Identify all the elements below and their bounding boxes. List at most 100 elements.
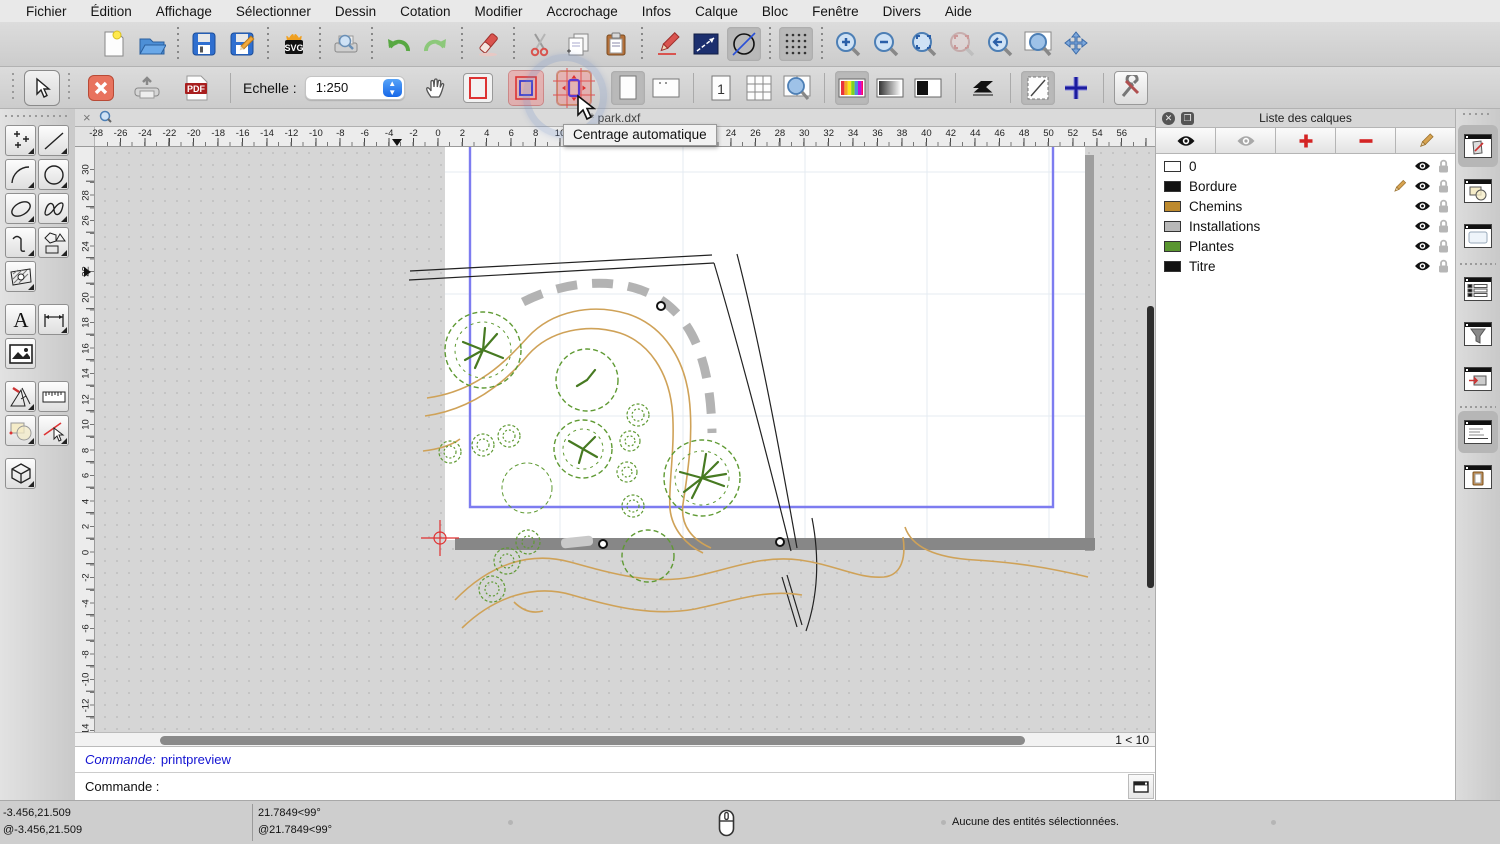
command-options-icon[interactable] bbox=[1458, 358, 1498, 400]
export-pdf-button[interactable]: PDF bbox=[180, 71, 214, 105]
svg-export-button[interactable]: SVG bbox=[277, 27, 311, 61]
line-settings-button[interactable] bbox=[689, 27, 723, 61]
single-page-button[interactable]: 1 bbox=[704, 71, 738, 105]
selection-filter-icon[interactable] bbox=[1458, 313, 1498, 355]
layer-row-bordure[interactable]: Bordure bbox=[1156, 176, 1455, 196]
library-browser-icon[interactable] bbox=[1458, 215, 1498, 257]
menu-item-bloc[interactable]: Bloc bbox=[750, 4, 800, 19]
portrait-button[interactable] bbox=[611, 71, 645, 105]
horizontal-scrollbar[interactable]: 1 < 10 bbox=[75, 732, 1155, 747]
property-editor-icon[interactable] bbox=[1458, 125, 1498, 167]
stepper-icon[interactable]: ▲▼ bbox=[383, 79, 402, 97]
layer-row-plantes[interactable]: Plantes bbox=[1156, 236, 1455, 256]
circle-toggle-button[interactable] bbox=[727, 27, 761, 61]
menu-item-divers[interactable]: Divers bbox=[871, 4, 933, 19]
menu-item-sélectionner[interactable]: Sélectionner bbox=[224, 4, 323, 19]
menu-item-calque[interactable]: Calque bbox=[683, 4, 750, 19]
zoom-in-button[interactable] bbox=[831, 27, 865, 61]
shapes-tool[interactable] bbox=[38, 227, 69, 258]
drawing-canvas[interactable]: 302826242220181614121086420-2-4-6-8-10-1… bbox=[75, 147, 1155, 732]
landscape-button[interactable] bbox=[649, 71, 683, 105]
visibility-eye-icon[interactable] bbox=[1414, 200, 1431, 212]
modify-tool[interactable] bbox=[5, 415, 36, 446]
pencil-draw-button[interactable] bbox=[651, 27, 685, 61]
color-mode-button[interactable] bbox=[835, 71, 869, 105]
lock-icon[interactable] bbox=[1438, 199, 1449, 213]
zoom-previous-button[interactable] bbox=[983, 27, 1017, 61]
measure-tool[interactable] bbox=[38, 381, 69, 412]
menu-item-fichier[interactable]: Fichier bbox=[14, 4, 79, 19]
clipboard-panel-icon[interactable] bbox=[1458, 456, 1498, 498]
visibility-eye-icon[interactable] bbox=[1414, 160, 1431, 172]
zoom-page-button[interactable] bbox=[780, 71, 814, 105]
paper-fit-button[interactable] bbox=[509, 71, 543, 105]
layer-row-chemins[interactable]: Chemins bbox=[1156, 196, 1455, 216]
pan-button[interactable] bbox=[1059, 27, 1093, 61]
close-preview-button[interactable] bbox=[88, 75, 114, 101]
grid-toggle-button[interactable] bbox=[779, 27, 813, 61]
eraser-button[interactable] bbox=[471, 27, 505, 61]
lock-icon[interactable] bbox=[1438, 179, 1449, 193]
sheet-settings-button[interactable] bbox=[1021, 71, 1055, 105]
visibility-eye-icon[interactable] bbox=[1414, 220, 1431, 232]
arc-tool[interactable] bbox=[5, 159, 36, 190]
open-file-button[interactable] bbox=[135, 27, 169, 61]
select-entities-tool[interactable] bbox=[38, 415, 69, 446]
menu-item-cotation[interactable]: Cotation bbox=[388, 4, 462, 19]
print-button[interactable] bbox=[130, 71, 164, 105]
select-arrow-button[interactable] bbox=[24, 70, 60, 106]
paper-border-button[interactable] bbox=[463, 73, 493, 103]
layer-row-installations[interactable]: Installations bbox=[1156, 216, 1455, 236]
layer-row-titre[interactable]: Titre bbox=[1156, 256, 1455, 276]
lock-icon[interactable] bbox=[1438, 159, 1449, 173]
new-file-button[interactable] bbox=[97, 27, 131, 61]
remove-layer-button[interactable] bbox=[1336, 128, 1396, 153]
panel-close-icon[interactable]: ✕ bbox=[1162, 112, 1175, 125]
grayscale-mode-button[interactable] bbox=[873, 71, 907, 105]
zoom-auto-button[interactable] bbox=[907, 27, 941, 61]
command-input[interactable] bbox=[165, 776, 1128, 797]
lock-icon[interactable] bbox=[1438, 259, 1449, 273]
command-line-icon[interactable] bbox=[1458, 411, 1498, 453]
menu-item-infos[interactable]: Infos bbox=[630, 4, 683, 19]
settings-button[interactable] bbox=[1114, 71, 1148, 105]
auto-center-button[interactable] bbox=[557, 71, 591, 105]
polyline-tool[interactable] bbox=[5, 227, 36, 258]
stack-button[interactable] bbox=[966, 71, 1000, 105]
points-tool[interactable] bbox=[5, 125, 36, 156]
layer-list-icon[interactable] bbox=[1458, 268, 1498, 310]
zoom-out-button[interactable] bbox=[869, 27, 903, 61]
menu-item-édition[interactable]: Édition bbox=[79, 4, 144, 19]
undo-button[interactable] bbox=[381, 27, 415, 61]
redo-button[interactable] bbox=[419, 27, 453, 61]
menu-item-modifier[interactable]: Modifier bbox=[462, 4, 534, 19]
save-as-button[interactable] bbox=[225, 27, 259, 61]
paste-button[interactable] bbox=[599, 27, 633, 61]
cut-button[interactable] bbox=[523, 27, 557, 61]
visibility-eye-icon[interactable] bbox=[1414, 180, 1431, 192]
hatch-tool[interactable] bbox=[5, 261, 36, 292]
dimension-tool[interactable] bbox=[38, 304, 69, 335]
visibility-eye-icon[interactable] bbox=[1414, 260, 1431, 272]
zoom-window-button[interactable] bbox=[1021, 27, 1055, 61]
multi-page-button[interactable] bbox=[742, 71, 776, 105]
scale-select[interactable]: 1:250 ▲▼ bbox=[305, 76, 405, 100]
print-preview-button[interactable] bbox=[329, 27, 363, 61]
solid-tool[interactable] bbox=[5, 458, 36, 489]
hide-all-layers-button[interactable] bbox=[1216, 128, 1276, 153]
menu-item-dessin[interactable]: Dessin bbox=[323, 4, 388, 19]
layer-row-0[interactable]: 0 bbox=[1156, 156, 1455, 176]
spline-tool[interactable] bbox=[38, 193, 69, 224]
menu-item-aide[interactable]: Aide bbox=[933, 4, 984, 19]
drafting-tools[interactable] bbox=[5, 381, 36, 412]
text-tool[interactable]: A bbox=[5, 304, 36, 335]
line-tool[interactable] bbox=[38, 125, 69, 156]
ellipse-tool[interactable] bbox=[5, 193, 36, 224]
lock-icon[interactable] bbox=[1438, 239, 1449, 253]
add-layer-button[interactable] bbox=[1276, 128, 1336, 153]
copy-button[interactable] bbox=[561, 27, 595, 61]
lock-icon[interactable] bbox=[1438, 219, 1449, 233]
crosshair-button[interactable] bbox=[1059, 71, 1093, 105]
bw-mode-button[interactable] bbox=[911, 71, 945, 105]
block-list-icon[interactable] bbox=[1458, 170, 1498, 212]
